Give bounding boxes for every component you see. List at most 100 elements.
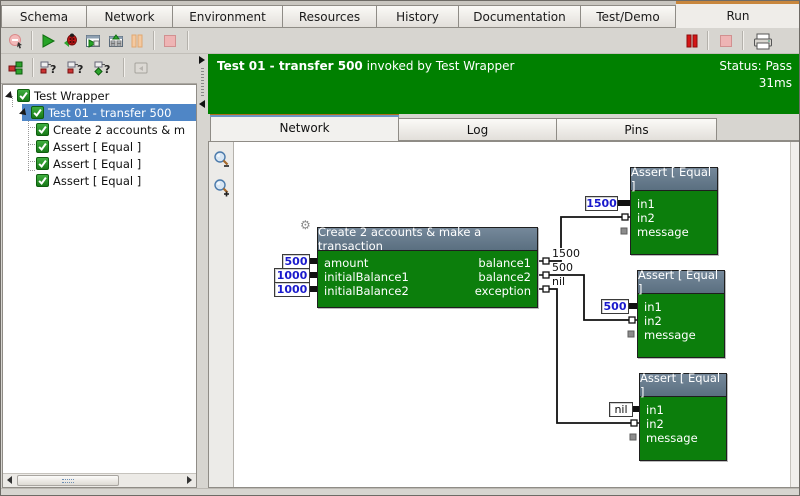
canvas-vertical-scrollbar[interactable] <box>790 142 799 487</box>
stop-run-disabled-icon[interactable] <box>716 31 736 51</box>
tree-item-assert-3[interactable]: Assert [ Equal ] <box>36 172 144 189</box>
toolbar-separator <box>707 31 709 50</box>
svg-text:?: ? <box>50 63 56 76</box>
pause-disabled-icon[interactable] <box>127 31 147 51</box>
checkbox-checked-icon[interactable] <box>17 89 30 102</box>
checkbox-checked-icon[interactable] <box>36 123 49 136</box>
expander-icon[interactable] <box>5 91 15 101</box>
port-amount-label[interactable]: amount <box>324 256 368 270</box>
tab-environment[interactable]: Environment <box>173 5 283 28</box>
pin-query-red-icon[interactable]: ? <box>39 58 59 78</box>
tab-schema[interactable]: Schema <box>1 5 87 28</box>
node-assert-equal-1[interactable]: Assert [ Equal ] in1 in2 message <box>630 167 718 255</box>
scroll-left-icon[interactable] <box>7 476 12 484</box>
input-value-in1[interactable]: 1500 <box>585 196 618 211</box>
node-assert-equal-2[interactable]: Assert [ Equal ] in1 in2 message <box>637 270 725 358</box>
tab-history[interactable]: History <box>377 5 459 28</box>
status-title-line: Test 01 - transfer 500 invoked by Test W… <box>217 59 514 73</box>
tree-horizontal-scrollbar[interactable] <box>3 473 196 487</box>
zoom-in-icon[interactable] <box>212 178 231 197</box>
tab-test-demo[interactable]: Test/Demo <box>581 5 676 28</box>
scrollbar-grip <box>62 479 74 483</box>
port-balance2-label[interactable]: balance2 <box>478 270 531 284</box>
tab-result-log[interactable]: Log <box>399 118 557 141</box>
pin-query-red2-icon[interactable]: ? <box>66 58 86 78</box>
tree-item-assert-2[interactable]: Assert [ Equal ] <box>36 155 144 172</box>
input-value-amount[interactable]: 500 <box>282 254 310 269</box>
input-value-initialBalance2[interactable]: 1000 <box>274 282 310 297</box>
port-initialBalance1-label[interactable]: initialBalance1 <box>324 270 409 284</box>
checkbox-checked-icon[interactable] <box>36 174 49 187</box>
input-value-in1[interactable]: nil <box>609 402 633 417</box>
tree-item-create-accounts[interactable]: Create 2 accounts & m <box>36 121 188 138</box>
node-create-accounts[interactable]: Create 2 accounts & make a transaction a… <box>317 227 538 308</box>
port-exception-label[interactable]: exception <box>475 284 531 298</box>
test-title: Test 01 - transfer 500 <box>217 59 363 73</box>
run-in-window-icon[interactable] <box>83 31 103 51</box>
tab-resources[interactable]: Resources <box>283 5 377 28</box>
tree-item-label: Test 01 - transfer 500 <box>45 106 174 120</box>
print-icon[interactable] <box>751 31 775 51</box>
zoom-toolbar <box>209 142 234 487</box>
tree-item-assert-1[interactable]: Assert [ Equal ] <box>36 138 144 155</box>
tree-item-test-wrapper[interactable]: Test Wrapper <box>5 87 112 104</box>
checkbox-checked-icon[interactable] <box>36 157 49 170</box>
toolbar-separator <box>31 31 33 50</box>
breakpoint-disabled-icon[interactable] <box>6 31 26 51</box>
node-title: Assert [ Equal ] <box>638 271 724 294</box>
node-assert-equal-3[interactable]: Assert [ Equal ] in1 in2 message <box>639 373 727 461</box>
tab-network[interactable]: Network <box>87 5 173 28</box>
tab-run[interactable]: Run <box>676 1 800 28</box>
test-tree: Test Wrapper Test 01 - transfer 500 Crea… <box>3 85 196 473</box>
pause-active-icon[interactable] <box>682 31 702 51</box>
port-balance1-label[interactable]: balance1 <box>478 256 531 270</box>
port-in2-label[interactable]: in2 <box>646 417 664 431</box>
input-value-in1[interactable]: 500 <box>601 299 629 314</box>
port-message-label[interactable]: message <box>644 328 696 342</box>
run-toolbar <box>1 28 800 54</box>
port-initialBalance2-label[interactable]: initialBalance2 <box>324 284 409 298</box>
collapse-left-icon[interactable] <box>199 100 205 108</box>
scrollbar-thumb[interactable] <box>17 475 119 486</box>
back-panel-disabled-icon[interactable] <box>131 58 151 78</box>
scroll-right-icon[interactable] <box>187 476 192 484</box>
tree-item-label: Test Wrapper <box>31 89 112 103</box>
port-message-label[interactable]: message <box>646 431 698 445</box>
import-results-icon[interactable] <box>106 31 126 51</box>
checkbox-checked-icon[interactable] <box>36 140 49 153</box>
run-icon[interactable] <box>38 31 58 51</box>
output-value-balance1: 1500 <box>551 248 581 260</box>
tree-guide <box>28 144 35 145</box>
main-tab-bar: Schema Network Environment Resources His… <box>1 1 800 28</box>
port-in2-label[interactable]: in2 <box>637 211 655 225</box>
app-window: Schema Network Environment Resources His… <box>0 0 800 496</box>
checkbox-checked-icon[interactable] <box>31 106 44 119</box>
collapse-right-icon[interactable] <box>199 56 205 64</box>
tree-guide <box>28 170 35 171</box>
tab-documentation[interactable]: Documentation <box>459 5 581 28</box>
zoom-out-icon[interactable] <box>212 150 231 169</box>
panel-splitter[interactable] <box>197 54 208 488</box>
tree-item-label: Create 2 accounts & m <box>50 123 188 137</box>
port-in1-label[interactable]: in1 <box>644 300 662 314</box>
stop-disabled-icon[interactable] <box>160 31 180 51</box>
port-in2-label[interactable]: in2 <box>644 314 662 328</box>
network-blocks-icon[interactable] <box>6 58 26 78</box>
tab-result-network[interactable]: Network <box>210 114 399 141</box>
input-value-initialBalance1[interactable]: 1000 <box>274 268 310 283</box>
test-tree-panel: Test Wrapper Test 01 - transfer 500 Crea… <box>2 84 197 488</box>
pin-query-green-icon[interactable]: ? <box>93 58 113 78</box>
tree-item-test-01[interactable]: Test 01 - transfer 500 <box>5 104 196 121</box>
port-in1-label[interactable]: in1 <box>637 197 655 211</box>
port-in1-label[interactable]: in1 <box>646 403 664 417</box>
debug-icon[interactable] <box>60 31 80 51</box>
tab-result-pins[interactable]: Pins <box>557 118 717 141</box>
tree-item-label: Assert [ Equal ] <box>50 140 144 154</box>
network-canvas[interactable]: ⚙ Create 2 accounts & make a transaction… <box>234 142 790 487</box>
gear-icon[interactable]: ⚙ <box>300 219 311 231</box>
node-title: Assert [ Equal ] <box>631 168 717 191</box>
toolbar-separator <box>742 31 744 50</box>
duration-text: 31ms <box>759 76 792 90</box>
status-badge: Status: Pass <box>719 59 792 73</box>
port-message-label[interactable]: message <box>637 225 689 239</box>
